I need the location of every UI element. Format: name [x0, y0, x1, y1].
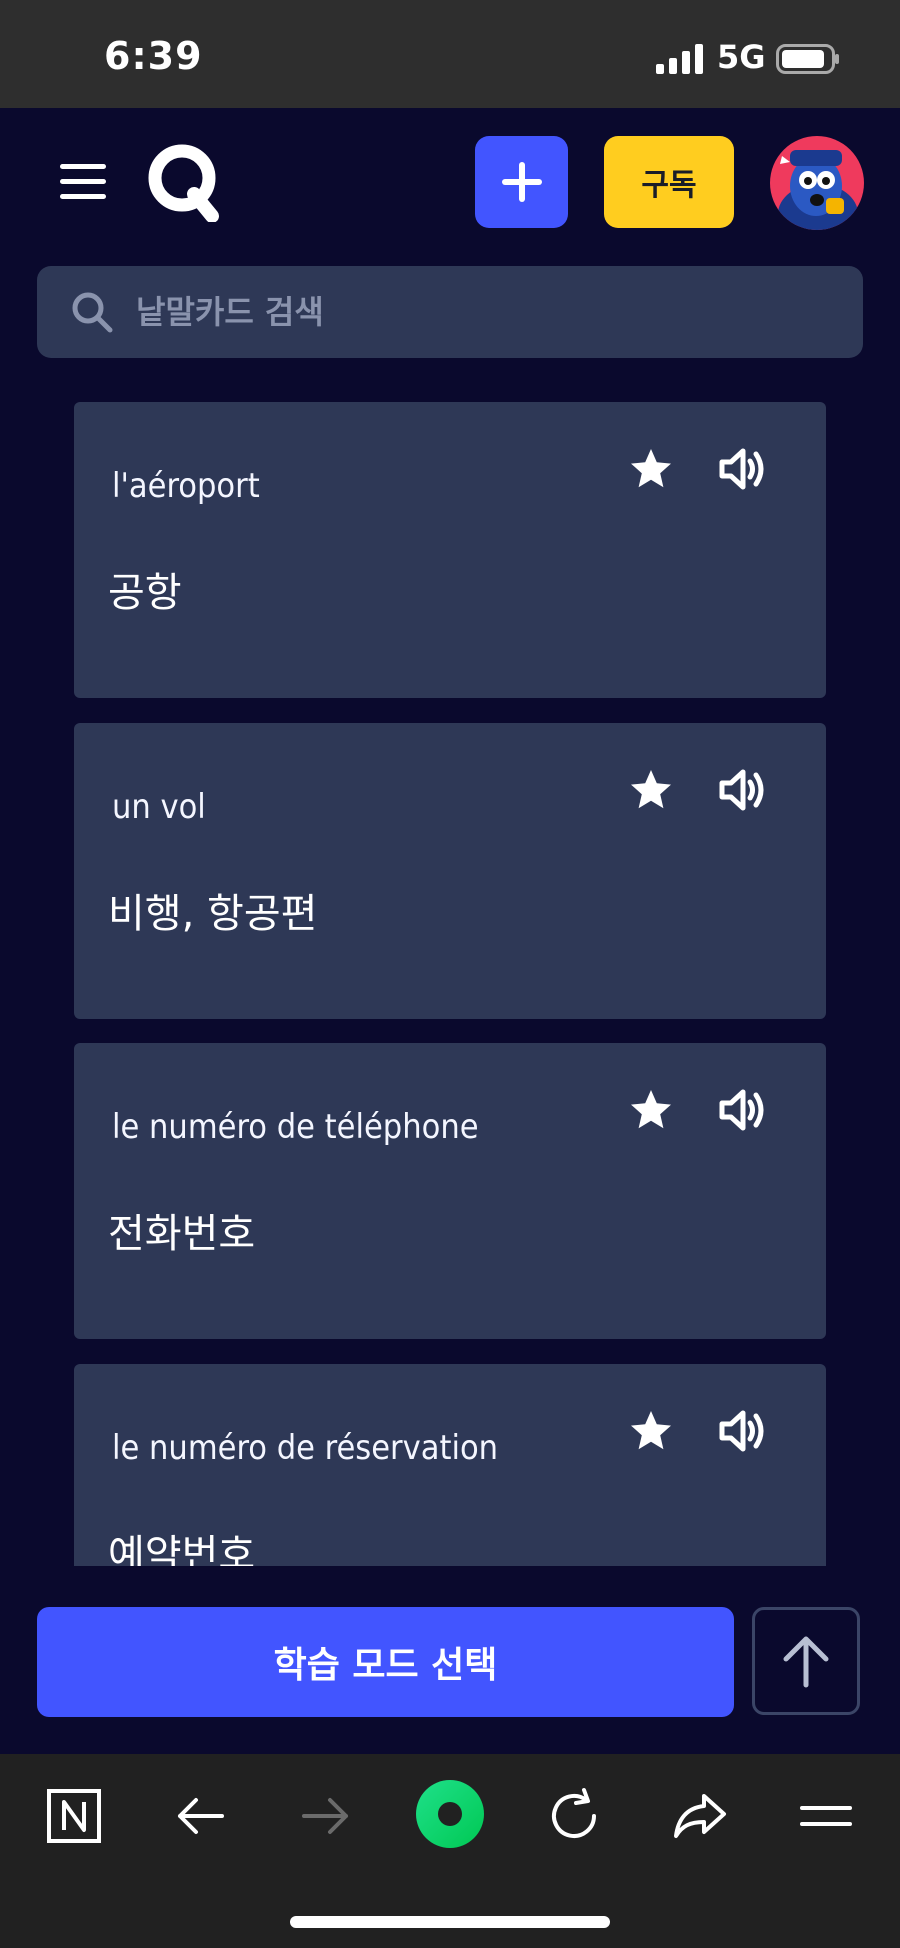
- arrow-up-icon: [783, 1636, 829, 1688]
- speaker-icon[interactable]: [718, 765, 768, 815]
- flashcard: le numéro de téléphone 전화번호: [74, 1043, 826, 1339]
- speaker-icon[interactable]: [718, 444, 768, 494]
- search-icon: [72, 292, 113, 333]
- star-icon[interactable]: [628, 767, 674, 813]
- avatar-image: [770, 136, 864, 230]
- home-indicator: [290, 1916, 610, 1928]
- scroll-to-top-button[interactable]: [752, 1607, 860, 1715]
- flashcard: l'aéroport 공항: [74, 402, 826, 698]
- app-header: [0, 108, 900, 260]
- hamburger-menu-icon[interactable]: [58, 162, 110, 202]
- network-type: 5G: [717, 38, 766, 76]
- flashcard-list[interactable]: l'aéroport 공항 un vol 비행, 항공편 le numéro d…: [0, 378, 900, 1566]
- create-button[interactable]: [475, 136, 568, 228]
- flashcard-definition: 비행, 항공편: [108, 891, 318, 937]
- cellular-signal-icon: [656, 44, 703, 74]
- star-icon[interactable]: [628, 446, 674, 492]
- flashcard-definition: 전화번호: [108, 1211, 256, 1257]
- avatar[interactable]: [770, 136, 864, 230]
- quizlet-logo[interactable]: [146, 142, 224, 222]
- flashcard-definition: 공항: [108, 570, 182, 616]
- flashcard-term: un vol: [112, 787, 206, 827]
- battery-icon: [776, 44, 839, 74]
- flashcard: un vol 비행, 항공편: [74, 723, 826, 1019]
- forward-arrow-icon[interactable]: [296, 1786, 356, 1846]
- back-arrow-icon[interactable]: [170, 1786, 230, 1846]
- search-input[interactable]: 낱말카드 검색: [136, 290, 324, 334]
- subscribe-button[interactable]: 구독: [604, 136, 734, 228]
- star-icon[interactable]: [628, 1087, 674, 1133]
- plus-icon: [501, 162, 542, 202]
- browser-menu-icon[interactable]: [796, 1786, 856, 1846]
- speaker-icon[interactable]: [718, 1406, 768, 1456]
- notion-icon[interactable]: [44, 1786, 104, 1846]
- flashcard-term: l'aéroport: [112, 466, 260, 506]
- app-home-icon[interactable]: [414, 1778, 486, 1850]
- speaker-icon[interactable]: [718, 1085, 768, 1135]
- flashcard-term: le numéro de téléphone: [112, 1107, 479, 1147]
- reload-icon[interactable]: [544, 1786, 604, 1846]
- share-icon[interactable]: [670, 1786, 730, 1846]
- star-icon[interactable]: [628, 1408, 674, 1454]
- flashcard-term: le numéro de réservation: [112, 1428, 499, 1468]
- study-mode-button[interactable]: 학습 모드 선택: [37, 1607, 734, 1717]
- flashcard-definition: 예약번호: [108, 1532, 256, 1566]
- flashcard: le numéro de réservation 예약번호: [74, 1364, 826, 1566]
- status-time: 6:39: [104, 34, 203, 78]
